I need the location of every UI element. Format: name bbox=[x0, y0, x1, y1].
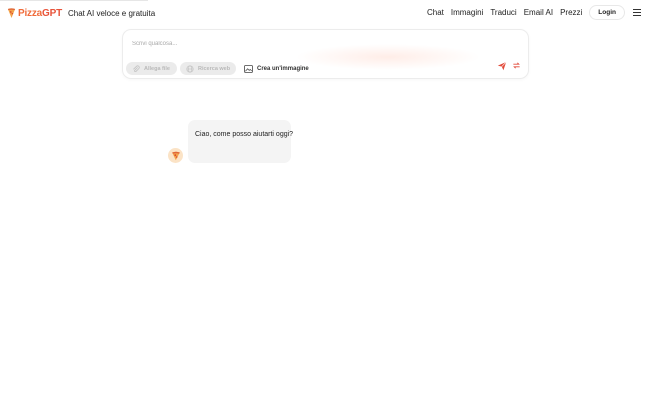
message-composer: Allega file Ricerca web Crea un'immagine bbox=[122, 29, 529, 79]
assistant-avatar bbox=[168, 148, 183, 163]
nav-traduci[interactable]: Traduci bbox=[490, 8, 516, 17]
nav-chat[interactable]: Chat bbox=[427, 8, 444, 17]
create-image-button[interactable]: Crea un'immagine bbox=[244, 63, 309, 74]
pizza-icon bbox=[171, 151, 180, 160]
attach-file-button[interactable]: Allega file bbox=[126, 62, 177, 75]
message-input[interactable] bbox=[132, 39, 512, 49]
login-button[interactable]: Login bbox=[589, 5, 625, 20]
brand-gpt: GPT bbox=[42, 7, 62, 19]
main-nav: Chat Immagini Traduci Email AI Prezzi Lo… bbox=[420, 5, 642, 20]
create-image-label: Crea un'immagine bbox=[257, 65, 309, 72]
nav-prezzi[interactable]: Prezzi bbox=[560, 8, 582, 17]
swap-arrows-icon[interactable] bbox=[512, 61, 521, 70]
paperclip-icon bbox=[133, 64, 140, 72]
pizza-logo-icon bbox=[7, 7, 16, 18]
nav-immagini[interactable]: Immagini bbox=[451, 8, 483, 17]
web-search-button[interactable]: Ricerca web bbox=[180, 62, 236, 75]
brand-name: PizzaGPT bbox=[18, 8, 62, 19]
attach-file-label: Allega file bbox=[144, 65, 170, 72]
top-header: PizzaGPT Chat AI veloce e gratuita Chat … bbox=[0, 0, 650, 26]
logo[interactable]: PizzaGPT Chat AI veloce e gratuita bbox=[7, 6, 155, 20]
image-icon bbox=[244, 64, 253, 73]
assistant-message-text: Ciao, come posso aiutarti oggi? bbox=[195, 131, 294, 138]
web-search-label: Ricerca web bbox=[198, 65, 231, 72]
tagline: Chat AI veloce e gratuita bbox=[67, 8, 156, 18]
brand-pizza: Pizza bbox=[18, 7, 43, 19]
assistant-message-bubble: Ciao, come posso aiutarti oggi? bbox=[188, 120, 294, 163]
nav-email-ai[interactable]: Email AI bbox=[524, 8, 553, 17]
send-icon[interactable] bbox=[497, 61, 507, 71]
hamburger-menu-icon[interactable] bbox=[633, 9, 641, 16]
globe-icon bbox=[186, 64, 194, 73]
